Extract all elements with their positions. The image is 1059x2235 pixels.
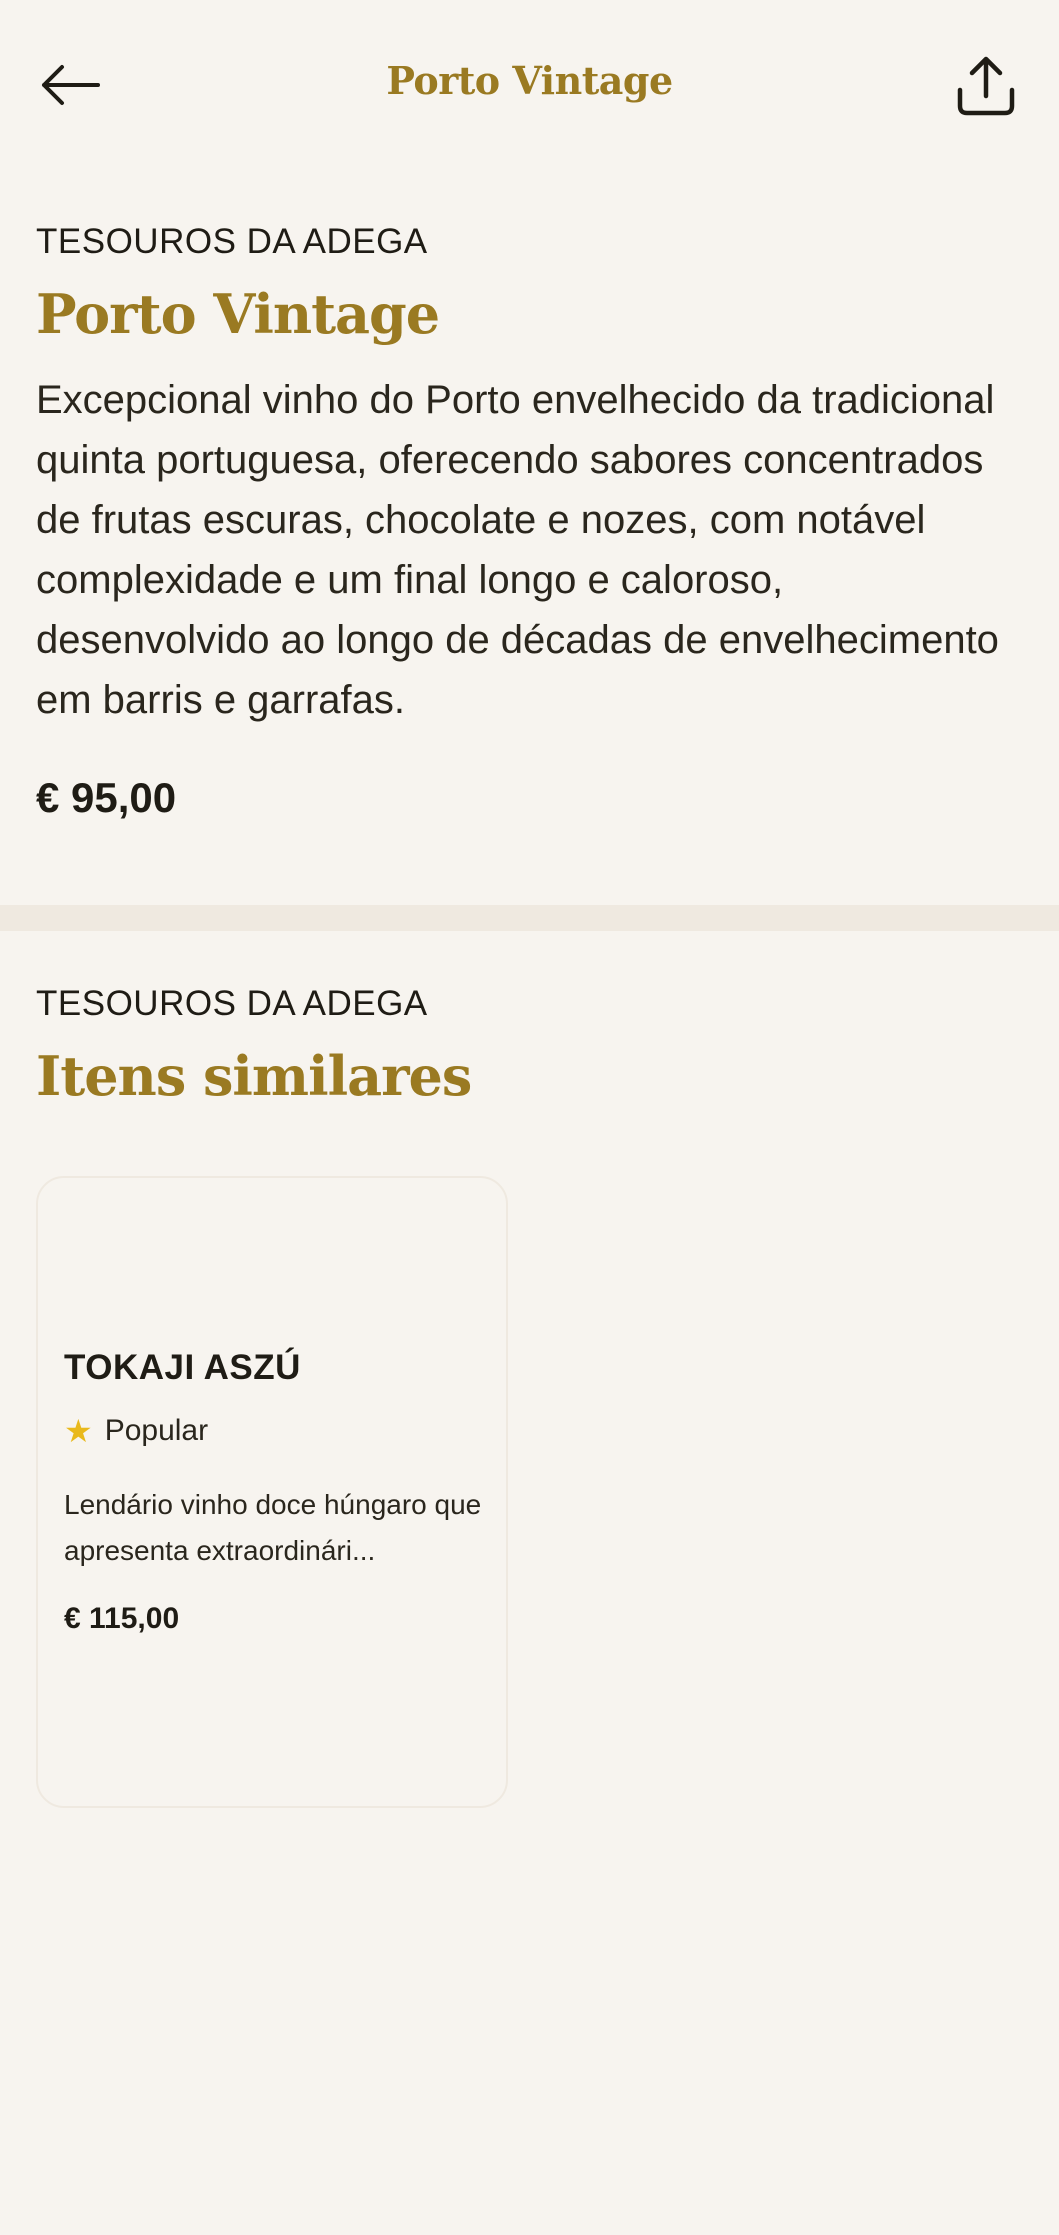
similar-items-section: TESOUROS DA ADEGA Itens similares	[36, 984, 1026, 1108]
similar-eyebrow: TESOUROS DA ADEGA	[36, 984, 428, 1023]
similar-heading: Itens similares	[36, 1044, 472, 1108]
similar-item-name: TOKAJI ASZÚ	[64, 1348, 301, 1387]
share-button[interactable]	[944, 44, 1028, 128]
product-details: TESOUROS DA ADEGA Porto Vintage Excepcio…	[36, 222, 1026, 822]
similar-item-price: € 115,00	[64, 1602, 180, 1635]
star-icon: ★	[64, 1413, 93, 1449]
product-eyebrow: TESOUROS DA ADEGA	[36, 222, 428, 261]
section-divider	[0, 905, 1059, 931]
product-name: Porto Vintage	[36, 282, 440, 346]
top-bar: Porto Vintage	[0, 0, 1059, 170]
popular-badge: ★ Popular	[64, 1414, 208, 1448]
nav-title: Porto Vintage	[386, 58, 673, 103]
product-description: Excepcional vinho do Porto envelhecido d…	[36, 378, 999, 722]
product-price: € 95,00	[36, 774, 177, 821]
share-icon	[957, 56, 1015, 116]
badge-label: Popular	[104, 1414, 209, 1447]
similar-item-card[interactable]: TOKAJI ASZÚ ★ Popular Lendário vinho doc…	[36, 1176, 508, 1808]
similar-item-description: Lendário vinho doce húngaro que apresent…	[64, 1489, 482, 1566]
